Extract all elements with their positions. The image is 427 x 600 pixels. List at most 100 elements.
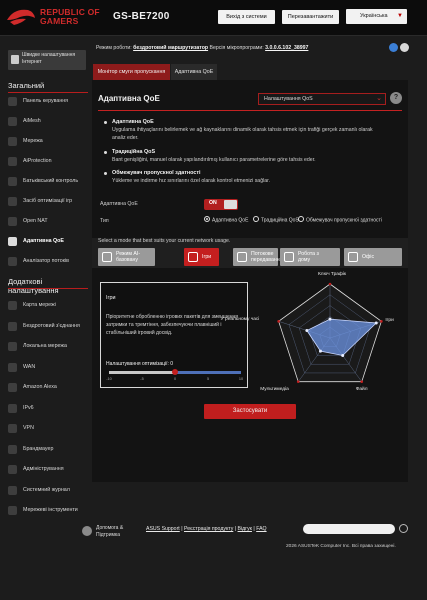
sidebar-item[interactable]: Мережеві інструменти xyxy=(8,504,88,518)
qos-settings-select[interactable]: Налаштування QoS ⌄ xyxy=(258,93,386,105)
optimization-slider[interactable] xyxy=(109,369,241,375)
sidebar-item[interactable]: IPv6 xyxy=(8,402,88,416)
optimization-label: Налаштування оптимізації: 0 xyxy=(106,361,174,367)
sidebar-item[interactable]: Мережа xyxy=(8,135,88,149)
general-heading: Загальний xyxy=(8,81,89,93)
faq-link[interactable]: FAQ xyxy=(256,526,266,532)
mode-label: Офіс xyxy=(362,254,374,260)
mode-label: Робота з дому xyxy=(298,251,319,263)
sidebar-item-label: VPN xyxy=(23,425,34,431)
settings-gear-icon[interactable] xyxy=(400,43,409,52)
mode-label-line-2: базовану xyxy=(116,257,138,263)
logout-button[interactable]: Вихід з системи xyxy=(218,10,275,24)
quick-internet-setup-button[interactable]: Швидке налаштування Інтернет xyxy=(8,50,86,70)
quick-setup-icon xyxy=(11,55,19,64)
sidebar-item[interactable]: Amazon Alexa xyxy=(8,381,88,395)
slider-ticks: -10 -5 0 5 10 xyxy=(106,377,246,383)
apply-button[interactable]: Застосувати xyxy=(204,404,296,419)
logo-text: REPUBLIC OF GAMERS xyxy=(40,8,100,26)
slider-tick-label: -5 xyxy=(140,377,144,381)
slider-tick-label: 5 xyxy=(206,377,210,381)
radar-point xyxy=(341,353,345,357)
radio-bandwidth-limiter[interactable]: Обмежувач пропускної здатності xyxy=(298,216,382,225)
sidebar-item-label: Брандмауер xyxy=(23,445,54,452)
sidebar-item[interactable]: Системний журнал xyxy=(8,484,88,498)
footer-links: ASUS Support | Реєстрація продукту | Від… xyxy=(146,526,267,532)
tab-adaptive-qoe[interactable]: Адаптивна QoE xyxy=(171,64,217,80)
sidebar-item[interactable]: Батьківський контроль xyxy=(8,175,88,189)
mode-button[interactable]: Потокове передавання xyxy=(233,248,282,266)
traffic-radar-chart: Ключ Трафік Ігри Файл Мультимедіа У реальном… xyxy=(221,272,412,401)
sidebar-item[interactable]: Карта мережі xyxy=(8,299,88,313)
sidebar-item-label: Open NAT xyxy=(23,218,48,224)
lan-icon xyxy=(8,342,17,351)
mode-value-link[interactable]: бездротовий маршрутизатор xyxy=(133,45,208,51)
toggle-knob xyxy=(224,200,237,209)
radio-traditional-qos[interactable]: Традиційна QoS xyxy=(253,216,299,225)
sidebar-item-label: Мережеві інструменти xyxy=(23,507,78,513)
game-mode-title: Ігри xyxy=(106,295,116,301)
radar-vertex-dot xyxy=(328,282,332,286)
sidebar-item[interactable]: Брандмауер xyxy=(8,443,88,457)
game-boost-icon xyxy=(8,197,17,206)
sidebar-item[interactable]: Open NAT xyxy=(8,215,88,229)
radio-label: Традиційна QoS xyxy=(261,217,299,224)
sidebar-item-label: Панель керування xyxy=(23,98,69,104)
sidebar-item[interactable]: Засіб оптимізації ігр xyxy=(8,195,88,209)
help-support-link[interactable]: Допомога & Підтримка xyxy=(82,525,123,539)
sidebar-item[interactable]: AiProtection xyxy=(8,155,88,169)
network-icon xyxy=(8,137,17,146)
tab-bandwidth-monitor[interactable]: Монітор смуги пропускання xyxy=(93,64,170,80)
mode-button[interactable]: Режим AI-базовану xyxy=(98,248,155,266)
desc-traditional-title: Традиційна QoS xyxy=(104,148,384,156)
sidebar-item[interactable]: VPN xyxy=(8,422,88,436)
help-icon[interactable]: ? xyxy=(390,92,402,104)
footer-search-input[interactable] xyxy=(303,524,395,534)
slider-handle[interactable] xyxy=(172,369,178,375)
radio-adaptive-qoe[interactable]: Адаптивна QoE xyxy=(204,216,249,225)
sidebar-item-label: Батьківський контроль xyxy=(23,178,79,184)
mode-label-line-2: передавання xyxy=(251,257,283,263)
rog-logo-icon xyxy=(7,9,35,25)
radio-dot-selected xyxy=(204,216,210,222)
radio-label: Обмежувач пропускної здатності xyxy=(306,217,382,224)
sidebar-item-label: Аналізатор потоків xyxy=(23,258,69,264)
sidebar-item[interactable]: Панель керування xyxy=(8,95,88,109)
wireless-icon xyxy=(8,321,17,331)
enable-qoe-toggle[interactable]: ON xyxy=(204,199,238,210)
mode-button[interactable]: Робота з дому xyxy=(280,248,340,266)
sidebar-item[interactable]: AiMesh xyxy=(8,115,88,129)
sidebar-item[interactable]: Адаптивна QoE xyxy=(8,235,88,249)
type-label: Тип xyxy=(100,218,109,224)
search-icon[interactable] xyxy=(399,524,408,533)
enable-qoe-label: Адаптивна QoE xyxy=(100,201,138,207)
language-select[interactable]: Українська ▼ xyxy=(346,9,407,24)
radar-axis-label: Ключ Трафік xyxy=(318,272,347,277)
syslog-icon xyxy=(8,485,17,495)
asus-support-link[interactable]: ASUS Support xyxy=(146,526,180,532)
router-admin-page: REPUBLIC OF GAMERS GS-BE7200 Вихід з сис… xyxy=(0,0,427,600)
sidebar-item-label: WAN xyxy=(23,363,36,370)
mode-button[interactable]: Офіс xyxy=(344,248,402,266)
product-registration-link[interactable]: Реєстрація продукту xyxy=(184,526,233,532)
reboot-button[interactable]: Перезавантажити xyxy=(282,10,339,24)
desc-traditional-body: Bant genişliğini, manuel olarak yapıland… xyxy=(112,157,316,163)
sidebar-item[interactable]: Локальна мережа xyxy=(8,340,88,354)
radio-label: Адаптивна QoE xyxy=(212,217,249,224)
desc-limiter: Обмежувач пропускної здатності Yükleme v… xyxy=(104,169,384,185)
feedback-link[interactable]: Відгук xyxy=(238,526,252,532)
status-line: Режим роботи: бездротовий маршрутизатор … xyxy=(96,45,308,51)
sidebar-item[interactable]: Бездротовий з'єднання xyxy=(8,320,88,334)
fw-value-link[interactable]: 3.0.0.6.102_38997 xyxy=(265,45,308,51)
chevron-down-icon: ▼ xyxy=(397,13,403,19)
mode-label: Режим роботи: xyxy=(96,45,132,51)
network-status-icon[interactable] xyxy=(389,43,398,52)
fw-label: Версія мікропрограми: xyxy=(209,45,264,51)
mode-label-line-1: Ігри xyxy=(202,254,212,260)
mode-button[interactable]: Ігри xyxy=(184,248,219,266)
radar-axis-label: У реальному часі xyxy=(220,317,260,323)
sidebar-item[interactable]: WAN xyxy=(8,361,88,375)
sidebar-item[interactable]: Адміністрування xyxy=(8,463,88,477)
sidebar-item[interactable]: Аналізатор потоків xyxy=(8,255,88,269)
sidebar-item-label: Адаптивна QoE xyxy=(23,238,64,244)
